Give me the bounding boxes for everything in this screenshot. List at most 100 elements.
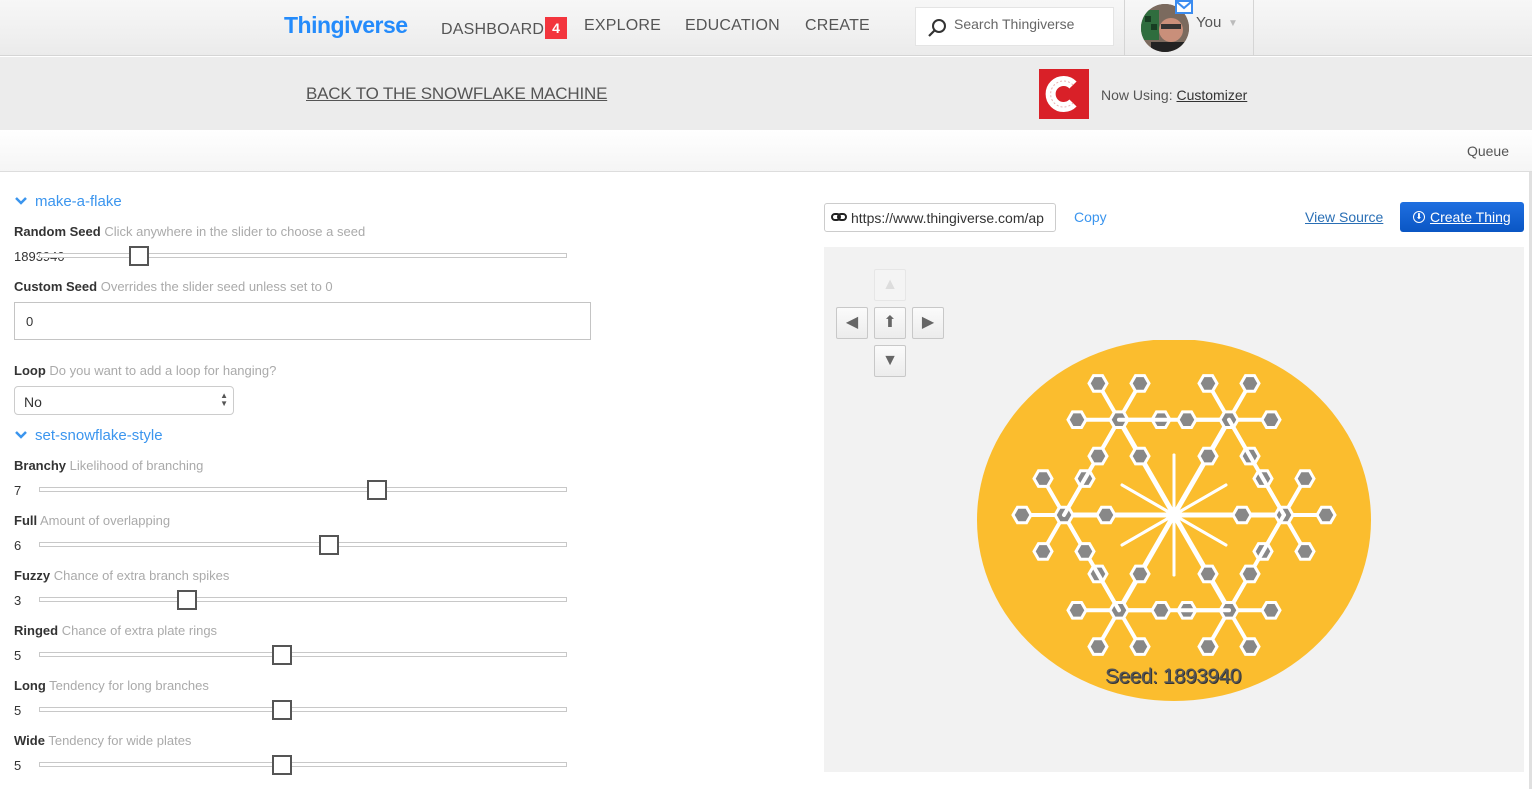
custom-seed-label: Custom Seed Overrides the slider seed un…: [14, 279, 333, 294]
section-title: make-a-flake: [35, 193, 122, 210]
view-source-link[interactable]: View Source: [1305, 209, 1383, 225]
param-name: Random Seed: [14, 224, 101, 239]
param-name: Long: [14, 678, 46, 693]
param-name: Wide: [14, 733, 45, 748]
slider-thumb[interactable]: [176, 590, 197, 610]
param-desc: Do you want to add a loop for hanging?: [49, 363, 277, 378]
param-label: Long Tendency for long branches: [14, 678, 209, 693]
seed-label: Seed: 1893940: [1105, 665, 1241, 688]
snowflake-render: [977, 340, 1371, 701]
loop-select[interactable]: No ▲ ▼: [14, 386, 234, 415]
mail-icon[interactable]: [1175, 0, 1193, 14]
param-value: 5: [14, 758, 22, 773]
nav-dashboard[interactable]: DASHBOARD 4: [441, 17, 568, 39]
random-seed-slider-thumb[interactable]: [129, 246, 150, 266]
link-icon: [831, 213, 847, 221]
loop-label: Loop Do you want to add a loop for hangi…: [14, 363, 276, 378]
param-desc: Chance of extra plate rings: [61, 623, 218, 638]
slider-track[interactable]: [39, 542, 567, 547]
arrow-up-icon: ▲: [882, 276, 898, 293]
param-name: Branchy: [14, 458, 67, 473]
param-name: Fuzzy: [14, 568, 51, 583]
pan-right-button[interactable]: ▶: [912, 307, 944, 339]
nav-explore[interactable]: EXPLORE: [584, 17, 661, 35]
param-name: Custom Seed: [14, 279, 98, 294]
param-label: Wide Tendency for wide plates: [14, 733, 191, 748]
sub-header: BACK TO THE SNOWFLAKE MACHINE Now Using:…: [0, 57, 1532, 130]
customizer-link[interactable]: Customizer: [1176, 87, 1247, 103]
chevron-down-icon: [15, 197, 27, 205]
slider-track[interactable]: [39, 652, 567, 657]
slider-thumb[interactable]: [271, 645, 292, 665]
random-seed-slider[interactable]: [39, 253, 567, 258]
section-set-snowflake-style[interactable]: set-snowflake-style: [14, 427, 163, 444]
chevron-down-icon: ▼: [1228, 18, 1238, 29]
slider-track[interactable]: [39, 597, 567, 602]
param-desc: Tendency for long branches: [49, 678, 209, 693]
user-name: You: [1196, 14, 1222, 31]
param-value: 5: [14, 648, 22, 663]
now-using: Now Using: Customizer: [1101, 87, 1247, 103]
back-to-thing-link[interactable]: BACK TO THE SNOWFLAKE MACHINE: [306, 84, 607, 104]
arrow-down-icon: ▼: [882, 352, 898, 369]
param-value: 7: [14, 483, 22, 498]
search-input[interactable]: [954, 16, 1104, 32]
param-desc: Likelihood of branching: [69, 458, 204, 473]
copy-link[interactable]: Copy: [1074, 209, 1107, 225]
param-desc: Overrides the slider seed unless set to …: [100, 279, 333, 294]
queue-bar: Queue: [0, 130, 1532, 172]
top-nav: Thingiverse DASHBOARD 4 EXPLORE EDUCATION…: [0, 0, 1532, 56]
arrow-left-icon: ◀: [845, 314, 859, 331]
search-box[interactable]: [915, 7, 1114, 46]
param-desc: Tendency for wide plates: [48, 733, 192, 748]
random-seed-label: Random Seed Click anywhere in the slider…: [14, 224, 365, 239]
slider-thumb[interactable]: [319, 535, 340, 555]
slider-thumb[interactable]: [271, 755, 292, 775]
param-name: Ringed: [14, 623, 59, 638]
home-icon: ⬆: [883, 314, 897, 331]
param-value: 3: [14, 593, 22, 608]
param-label: Branchy Likelihood of branching: [14, 458, 203, 473]
custom-seed-input[interactable]: [14, 302, 591, 340]
arrow-right-icon: ▶: [921, 314, 935, 331]
param-label: Ringed Chance of extra plate rings: [14, 623, 217, 638]
create-thing-button[interactable]: ⬇ Create Thing: [1400, 202, 1524, 232]
share-url: https://www.thingiverse.com/ap: [851, 210, 1044, 226]
param-desc: Chance of extra branch spikes: [53, 568, 230, 583]
nav-create[interactable]: CREATE: [805, 17, 870, 35]
slider-track[interactable]: [39, 707, 567, 712]
thingiverse-logo[interactable]: Thingiverse: [284, 12, 408, 39]
loop-select-value: No: [24, 394, 42, 410]
search-icon: [928, 19, 946, 37]
param-value: 6: [14, 538, 22, 553]
param-value: 5: [14, 703, 22, 718]
param-name: Full: [14, 513, 38, 528]
queue-link[interactable]: Queue: [1467, 143, 1509, 159]
slider-track[interactable]: [39, 487, 567, 492]
chevron-down-icon: [15, 431, 27, 439]
download-circle-icon: ⬇: [1413, 211, 1425, 223]
param-desc: Click anywhere in the slider to choose a…: [104, 224, 366, 239]
user-menu[interactable]: You ▼: [1124, 0, 1254, 56]
slider-thumb[interactable]: [271, 700, 292, 720]
param-label: Fuzzy Chance of extra branch spikes: [14, 568, 229, 583]
pan-down-button[interactable]: ▼: [874, 345, 906, 377]
section-make-a-flake[interactable]: make-a-flake: [14, 193, 122, 210]
pan-left-button[interactable]: ◀: [836, 307, 868, 339]
slider-track[interactable]: [39, 762, 567, 767]
nav-education[interactable]: EDUCATION: [685, 17, 780, 35]
param-label: Full Amount of overlapping: [14, 513, 170, 528]
now-using-label: Now Using:: [1101, 87, 1173, 103]
3d-preview-viewer[interactable]: ▲ ◀ ⬆ ▶ ▼ Seed: 1893940: [824, 247, 1524, 772]
slider-thumb[interactable]: [366, 480, 387, 500]
select-arrows-icon: ▲ ▼: [220, 391, 228, 408]
share-url-field[interactable]: https://www.thingiverse.com/ap: [824, 203, 1056, 232]
home-view-button[interactable]: ⬆: [874, 307, 906, 339]
param-name: Loop: [14, 363, 46, 378]
create-thing-label: Create Thing: [1430, 209, 1511, 225]
pan-up-button[interactable]: ▲: [874, 269, 906, 301]
param-desc: Amount of overlapping: [40, 513, 171, 528]
notification-badge: 4: [545, 17, 568, 39]
section-title: set-snowflake-style: [35, 427, 163, 444]
nav-dashboard-label: DASHBOARD: [441, 21, 545, 38]
